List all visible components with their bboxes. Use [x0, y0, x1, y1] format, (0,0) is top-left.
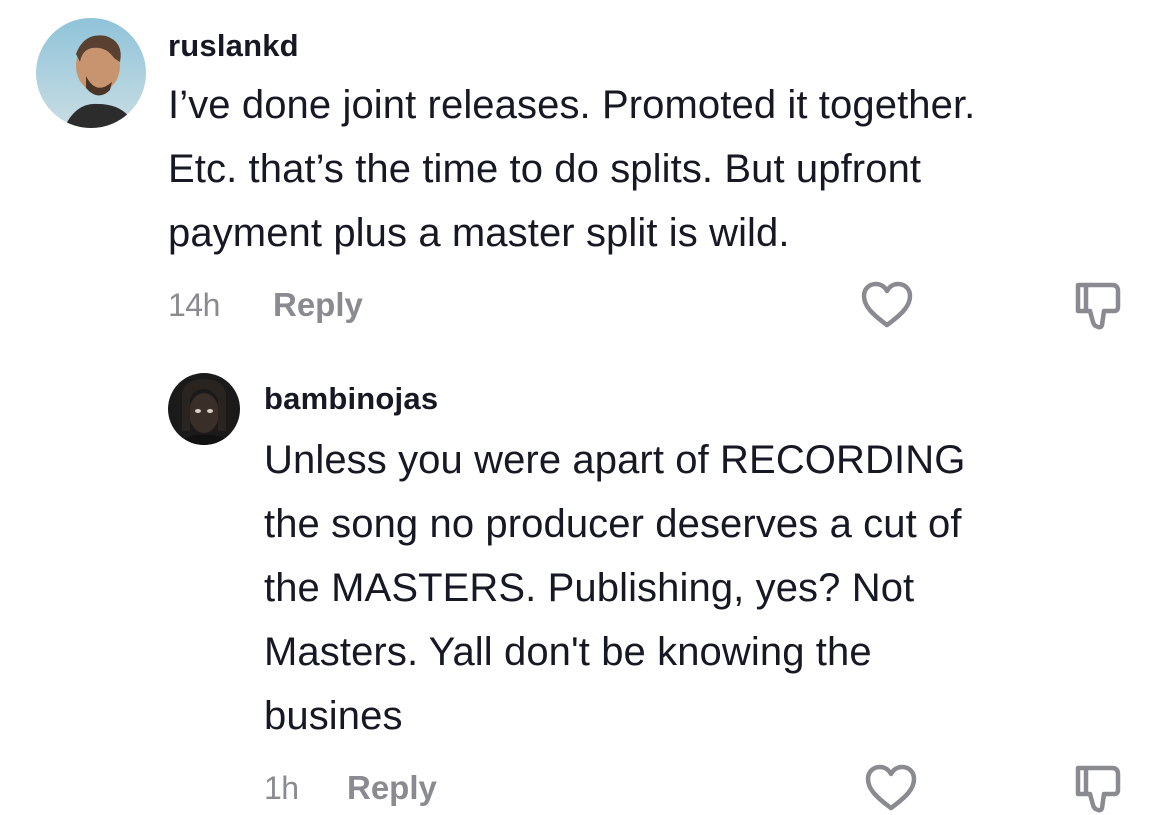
- comment-line: I’ve done joint releases. Promoted it to…: [168, 83, 976, 127]
- avatar[interactable]: [168, 373, 240, 445]
- comment-line: the MASTERS. Publishing, yes? Not: [264, 566, 915, 610]
- comment-line: Unless you were apart of RECORDING: [264, 438, 966, 482]
- comment-line: Masters. Yall don't be knowing the: [264, 630, 872, 674]
- reply-button[interactable]: Reply: [347, 769, 437, 807]
- comment-line: busines: [264, 694, 403, 738]
- comment-text: I’ve done joint releases. Promoted it to…: [168, 73, 975, 265]
- avatar[interactable]: [36, 18, 146, 128]
- comment-line: the song no producer deserves a cut of: [264, 502, 962, 546]
- comment-line: Etc. that’s the time to do splits. But u…: [168, 147, 922, 191]
- comment-line: payment plus a master split is wild.: [168, 211, 790, 255]
- reply-button[interactable]: Reply: [273, 286, 363, 324]
- heart-icon[interactable]: [864, 764, 918, 812]
- thumbs-down-icon[interactable]: [1072, 764, 1124, 814]
- comment-text: Unless you were apart of RECORDING the s…: [264, 428, 965, 748]
- thumbs-down-icon[interactable]: [1072, 281, 1124, 331]
- username[interactable]: ruslankd: [168, 28, 299, 64]
- username[interactable]: bambinojas: [264, 381, 438, 417]
- timestamp: 14h: [168, 287, 220, 323]
- heart-icon[interactable]: [860, 281, 914, 329]
- timestamp: 1h: [264, 770, 299, 806]
